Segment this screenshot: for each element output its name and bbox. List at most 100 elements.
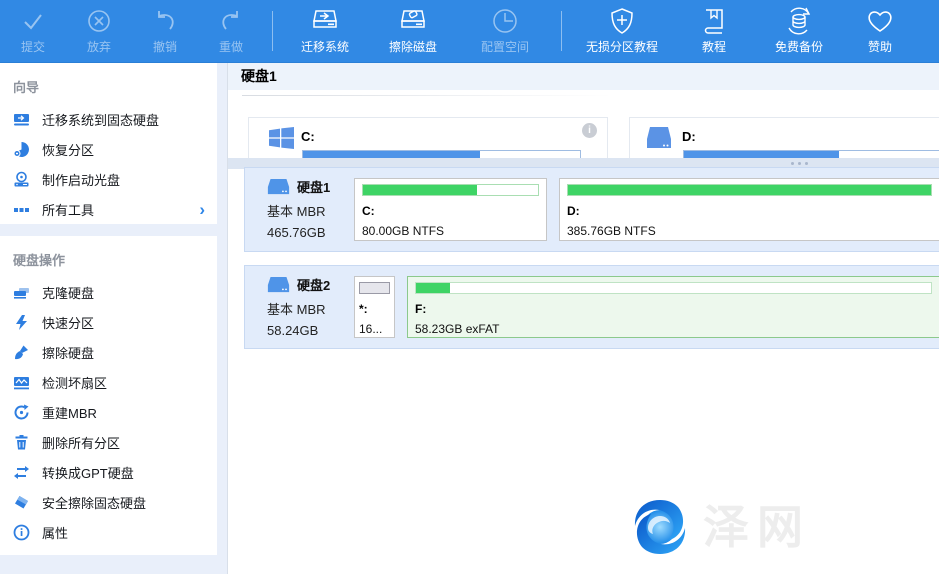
undo-button[interactable]: 撤销 (132, 0, 198, 62)
sidebar-item-delete-all-partitions[interactable]: 删除所有分区 (0, 427, 217, 457)
section-title: 硬盘操作 (0, 236, 217, 277)
partition-label: D: (567, 204, 932, 218)
bad-sector-scan-icon (13, 374, 30, 391)
redo-button[interactable]: 重做 (198, 0, 264, 62)
clone-disk-icon (13, 284, 30, 301)
disk-overview-strip: C: i D: (228, 96, 939, 169)
wipe-disk-button[interactable]: 擦除磁盘 (369, 0, 457, 62)
secure-erase-eraser-icon (13, 494, 30, 511)
delete-all-trash-icon (13, 434, 30, 451)
partition-info: 80.00GB NTFS (362, 224, 539, 238)
partition-usage-bar (362, 184, 539, 196)
undo-arrow-icon (152, 6, 178, 36)
watermark: 泽网 (627, 495, 811, 559)
discard-button[interactable]: 放弃 (66, 0, 132, 62)
disk-size: 465.76GB (267, 225, 330, 240)
disk-type: 基本 MBR (267, 299, 330, 318)
wipe-brush-icon (13, 344, 30, 361)
toolbar: 提交 放弃 撤销 重做 迁移系统 (0, 0, 939, 63)
partition-usage-bar (359, 282, 390, 294)
partition-label: C: (362, 204, 539, 218)
migrate-system-disk-icon (310, 6, 340, 36)
shield-plus-icon (608, 6, 636, 36)
toolbar-separator (561, 11, 562, 51)
sidebar-item-quick-partition[interactable]: 快速分区 (0, 307, 217, 337)
drive-letter: C: (301, 129, 315, 144)
sidebar: 向导 迁移系统到固态硬盘 恢复分区 制作启动光盘 (0, 63, 227, 574)
sidebar-item-secure-erase-ssd[interactable]: 安全擦除固态硬盘 (0, 487, 217, 517)
sidebar-item-recover-partition[interactable]: 恢复分区 (0, 134, 217, 164)
lossless-partition-tutorial-button[interactable]: 无损分区教程 (570, 0, 674, 62)
backup-sync-icon (784, 6, 814, 36)
hard-drive-icon (267, 276, 290, 294)
watermark-swirl-logo (627, 495, 693, 559)
commit-button[interactable]: 提交 (0, 0, 66, 62)
wipe-disk-icon (398, 6, 428, 36)
partition-list: C: 80.00GB NTFS D: 385.76GB NTFS (354, 178, 939, 241)
disk-row-1: 硬盘1 基本 MBR 465.76GB C: 80.00GB NTFS (244, 167, 939, 252)
main-area: 硬盘1 C: i D: (227, 63, 939, 574)
sidebar-section-wizard: 向导 迁移系统到固态硬盘 恢复分区 制作启动光盘 (0, 63, 217, 224)
partition-info: 16... (359, 322, 390, 336)
section-title: 向导 (0, 63, 217, 104)
book-icon (701, 6, 727, 36)
hard-drive-icon (646, 126, 672, 150)
disk-info: 硬盘2 基本 MBR 58.24GB (267, 275, 330, 338)
disk-size: 58.24GB (267, 323, 330, 338)
sidebar-item-clone-disk[interactable]: 克隆硬盘 (0, 277, 217, 307)
partition-f-selected[interactable]: F: 58.23GB exFAT (407, 276, 939, 338)
hard-drive-icon (267, 178, 290, 196)
partition-assistant-window: 提交 放弃 撤销 重做 迁移系统 (0, 0, 939, 574)
sidebar-section-gap (0, 224, 227, 236)
free-backup-button[interactable]: 免费备份 (754, 0, 844, 62)
sidebar-item-migrate-to-ssd[interactable]: 迁移系统到固态硬盘 (0, 104, 217, 134)
sidebar-item-convert-to-gpt[interactable]: 转换成GPT硬盘 (0, 457, 217, 487)
drive-letter: D: (682, 129, 696, 144)
allocate-space-button[interactable]: 配置空间 (457, 0, 553, 62)
disk-name: 硬盘1 (297, 177, 330, 196)
disk-type: 基本 MBR (267, 201, 330, 220)
all-tools-dots-icon (13, 201, 30, 218)
partition-list: *: 16... F: 58.23GB exFAT (354, 276, 939, 338)
allocate-space-clock-icon (491, 6, 519, 36)
partition-d[interactable]: D: 385.76GB NTFS (559, 178, 939, 241)
recover-partition-pie-icon (13, 141, 30, 158)
rebuild-mbr-refresh-icon (13, 404, 30, 421)
sidebar-item-rebuild-mbr[interactable]: 重建MBR (0, 397, 217, 427)
partition-usage-fill (416, 283, 450, 293)
info-icon[interactable]: i (582, 123, 597, 138)
partition-usage-bar (415, 282, 932, 294)
sidebar-item-properties[interactable]: 属性 (0, 517, 217, 547)
partition-label: F: (415, 302, 932, 316)
partition-usage-fill (568, 185, 931, 195)
bootable-media-icon (13, 171, 30, 188)
sidebar-item-check-bad-sectors[interactable]: 检测坏扇区 (0, 367, 217, 397)
discard-circle-x-icon (86, 6, 112, 36)
donate-button[interactable]: 赞助 (844, 0, 916, 62)
windows-logo (269, 127, 294, 149)
partition-usage-fill (363, 185, 477, 195)
commit-check-icon (20, 6, 46, 36)
chevron-right-icon: › (199, 201, 205, 218)
scrollbar-grip-dots (791, 162, 808, 165)
convert-gpt-sync-icon (13, 464, 30, 481)
tab-disk1[interactable]: 硬盘1 (228, 63, 939, 90)
sidebar-item-all-tools[interactable]: 所有工具 › (0, 194, 217, 224)
migrate-system-button[interactable]: 迁移系统 (281, 0, 369, 62)
partition-label: *: (359, 302, 390, 316)
sidebar-item-wipe-disk[interactable]: 擦除硬盘 (0, 337, 217, 367)
sidebar-section-disk-operations: 硬盘操作 克隆硬盘 快速分区 擦除硬盘 (0, 236, 217, 555)
partition-usage-fill (360, 283, 389, 293)
migrate-to-ssd-icon (13, 111, 30, 128)
disk-row-2: 硬盘2 基本 MBR 58.24GB *: 16... F: (244, 265, 939, 349)
partition-unlabeled[interactable]: *: 16... (354, 276, 395, 338)
partition-info: 58.23GB exFAT (415, 322, 932, 336)
sidebar-item-bootable-media[interactable]: 制作启动光盘 (0, 164, 217, 194)
disk-name: 硬盘2 (297, 275, 330, 294)
tutorial-button[interactable]: 教程 (674, 0, 754, 62)
watermark-text: 泽网 (703, 495, 811, 559)
partition-c[interactable]: C: 80.00GB NTFS (354, 178, 547, 241)
heart-icon (866, 6, 894, 36)
disk-info: 硬盘1 基本 MBR 465.76GB (267, 177, 330, 240)
partition-usage-bar (567, 184, 932, 196)
